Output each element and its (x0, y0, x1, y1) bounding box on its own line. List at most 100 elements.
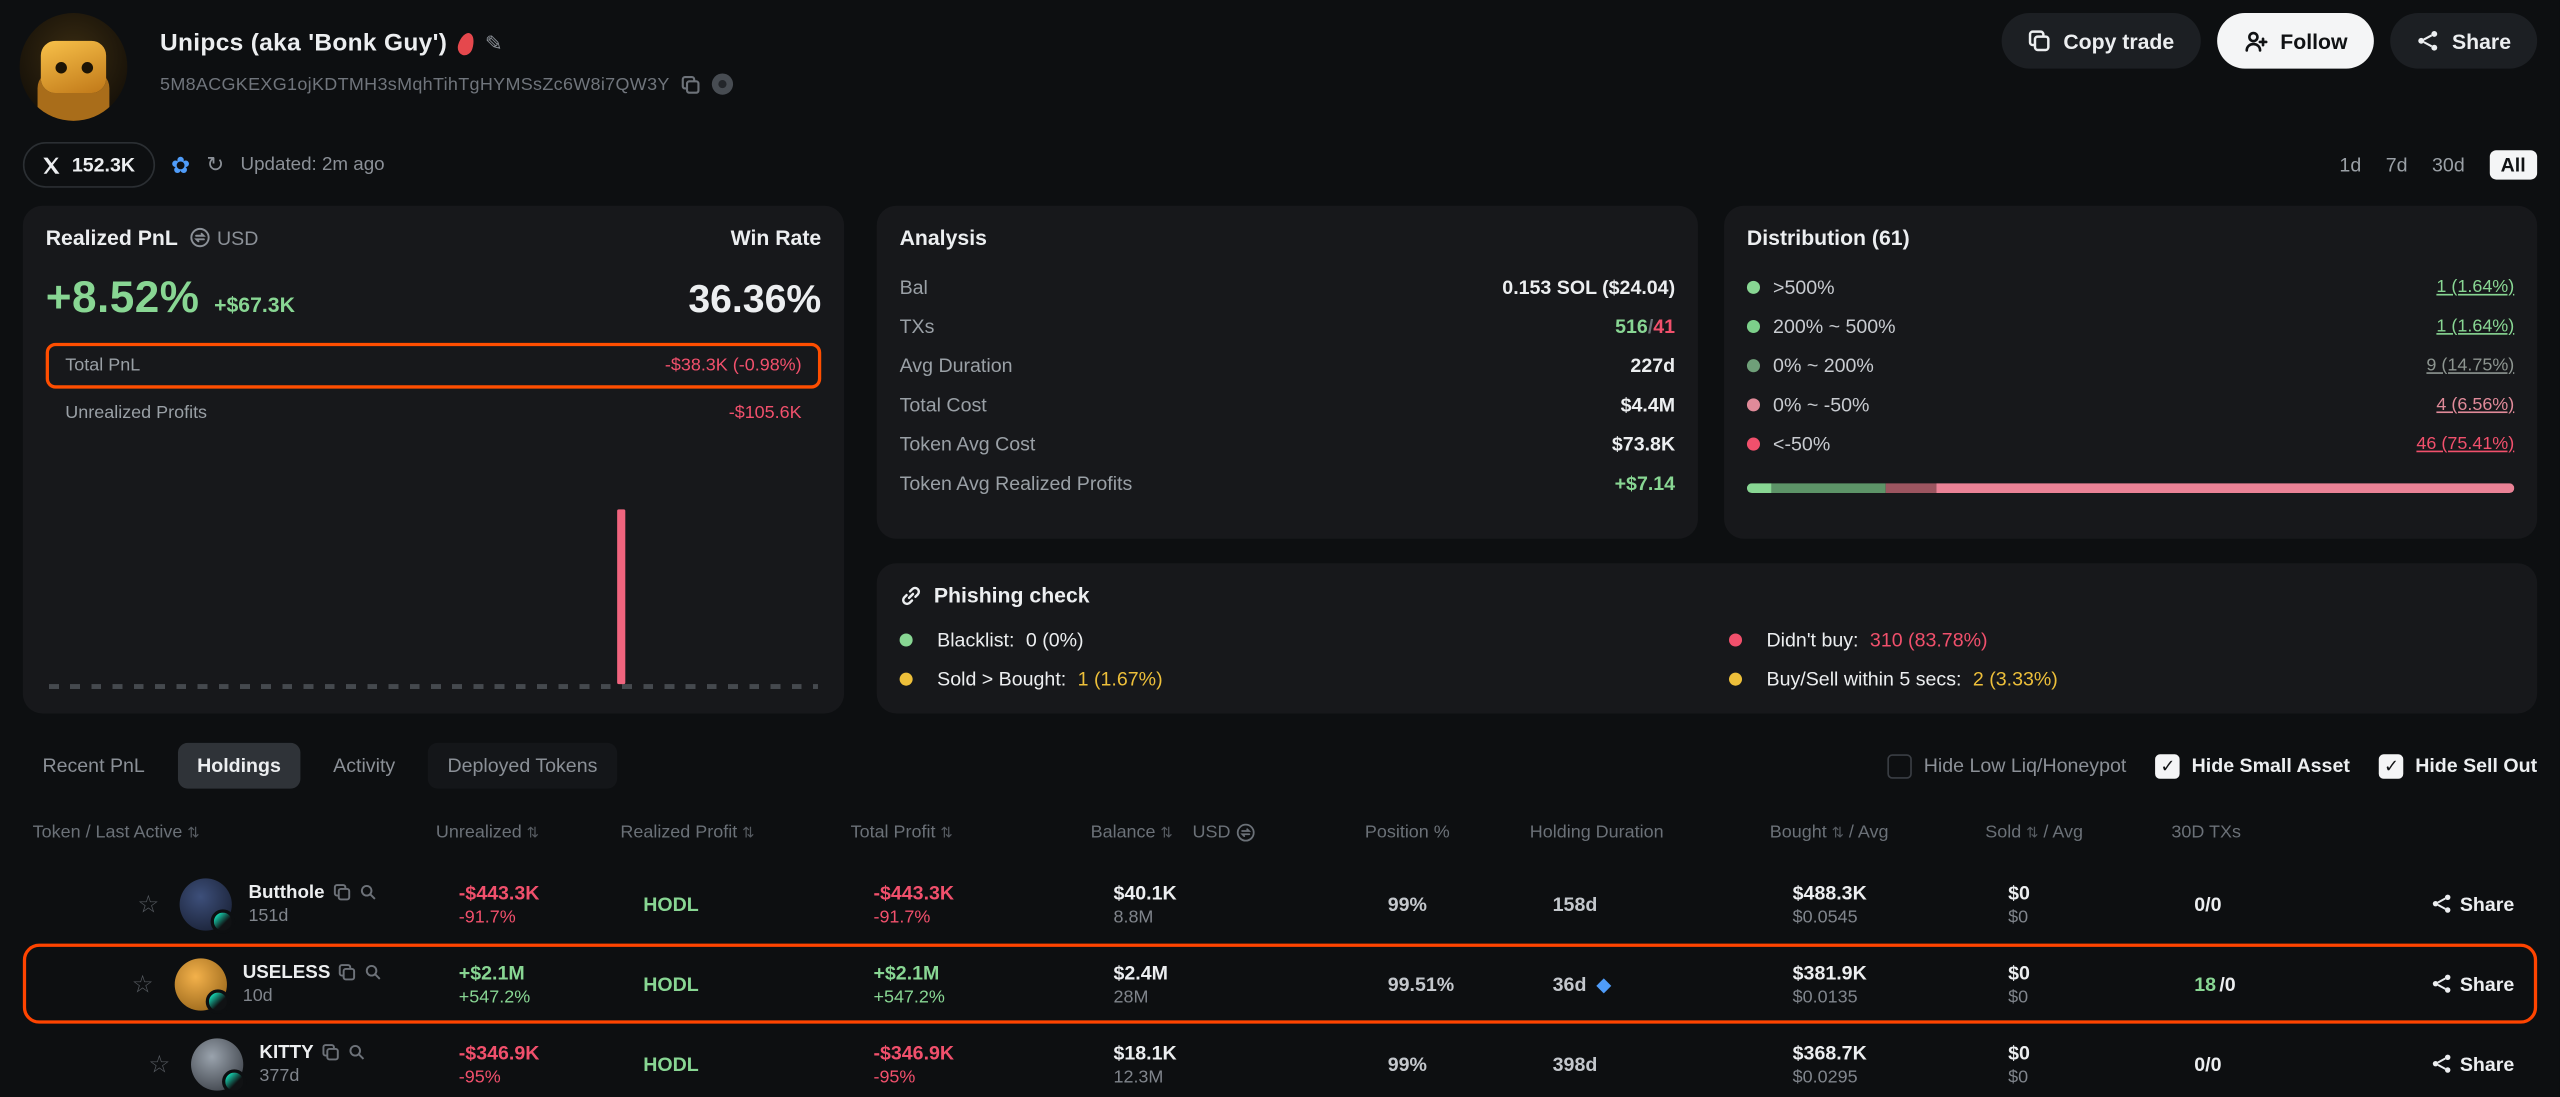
pnl-mini-chart (23, 483, 844, 713)
favorite-star-icon[interactable]: ☆ (132, 969, 158, 998)
search-token-icon[interactable] (348, 1043, 366, 1061)
sort-icon[interactable]: ⇅ (527, 824, 539, 842)
token-avg-cost-label: Token Avg Cost (900, 433, 1036, 456)
copy-trade-button[interactable]: Copy trade (2001, 13, 2200, 69)
share-icon (2430, 893, 2451, 914)
sort-icon[interactable]: ⇅ (2026, 824, 2038, 842)
table-row[interactable]: ☆ Butthole 151d -$443.3K-91.7% HODL -$44… (23, 864, 2537, 944)
col-30d-txs[interactable]: 30D TXs (2171, 823, 2241, 843)
token-name[interactable]: USELESS (243, 962, 331, 982)
range-dot-icon (1747, 438, 1760, 451)
currency-toggle-icon[interactable] (189, 227, 210, 248)
sort-icon[interactable]: ⇅ (1832, 824, 1844, 842)
col-usd[interactable]: USD (1193, 823, 1231, 843)
distribution-row: 0% ~ 200% 9 (14.75%) (1747, 346, 2514, 385)
distribution-title: Distribution (61) (1747, 225, 2514, 249)
refresh-icon[interactable]: ↻ (206, 152, 224, 178)
favorite-star-icon[interactable]: ☆ (148, 1049, 174, 1078)
share-token-button[interactable]: Share (2374, 892, 2514, 915)
total-pnl-value: -$38.3K (-0.98%) (665, 356, 802, 376)
x-followers-badge[interactable]: 152.3K (23, 142, 155, 188)
favorite-star-icon[interactable]: ☆ (137, 889, 163, 918)
col-bought[interactable]: Bought (1770, 823, 1827, 843)
range-count-link[interactable]: 4 (6.56%) (2436, 395, 2514, 415)
phishing-check-title: Phishing check (934, 583, 1090, 607)
copy-token-icon[interactable] (339, 963, 357, 981)
distribution-row: <-50% 46 (75.41%) (1747, 424, 2514, 463)
edit-name-icon[interactable]: ✎ (485, 30, 503, 56)
bought-avg: $0.0295 (1793, 1067, 2009, 1087)
pnl-chart-bar (617, 509, 625, 684)
table-row[interactable]: ☆ KITTY 377d -$346.9K-95% HODL -$346.9K-… (23, 1024, 2537, 1097)
share-profile-button[interactable]: Share (2390, 13, 2537, 69)
share-icon (2430, 1053, 2451, 1074)
copy-token-icon[interactable] (322, 1043, 340, 1061)
hide-small-asset-checkbox[interactable]: ✓ Hide Small Asset (2156, 753, 2350, 777)
usd-toggle-icon[interactable] (1235, 823, 1255, 843)
txs-buy: 516 (1615, 315, 1648, 338)
token-name[interactable]: Butthole (248, 882, 324, 902)
total-profit-pct: +547.2% (873, 987, 1113, 1007)
win-rate-value: 36.36% (688, 278, 821, 324)
share-icon (2416, 29, 2439, 52)
share-token-button[interactable]: Share (2374, 972, 2514, 995)
filter-30d[interactable]: 30d (2432, 153, 2465, 176)
currency-label[interactable]: USD (217, 226, 258, 249)
chain-badge-icon (205, 989, 229, 1013)
sort-icon[interactable]: ⇅ (1160, 824, 1172, 842)
bought-value: $488.3K (1793, 881, 2009, 904)
search-token-icon[interactable] (365, 963, 383, 981)
hide-small-asset-label: Hide Small Asset (2192, 754, 2350, 777)
copy-token-icon[interactable] (333, 883, 351, 901)
sold-bought-value: 1 (1.67%) (1078, 668, 1163, 691)
col-balance[interactable]: Balance (1091, 823, 1156, 843)
bought-avg: $0.0545 (1793, 907, 2009, 927)
follow-button[interactable]: Follow (2217, 13, 2374, 69)
tab-holdings[interactable]: Holdings (177, 743, 300, 789)
sort-icon[interactable]: ⇅ (742, 824, 754, 842)
range-count-link[interactable]: 1 (1.64%) (2436, 278, 2514, 298)
col-token-last-active[interactable]: Token / Last Active (33, 823, 183, 843)
col-position[interactable]: Position % (1365, 823, 1450, 843)
share-token-button[interactable]: Share (2374, 1052, 2514, 1075)
sort-icon[interactable]: ⇅ (940, 824, 952, 842)
robot-avatar-art (41, 41, 106, 93)
tab-recent-pnl[interactable]: Recent PnL (23, 743, 165, 789)
bought-value: $368.7K (1793, 1041, 2009, 1064)
col-bought-avg: / Avg (1849, 823, 1889, 843)
txs-30d: 0/0 (2194, 892, 2374, 915)
col-total-profit[interactable]: Total Profit (851, 823, 936, 843)
table-row-highlighted[interactable]: ☆ USELESS 10d +$2.1M+547.2% HODL +$2.1M+… (23, 944, 2537, 1024)
chain-badge-icon (211, 909, 235, 933)
copy-address-icon[interactable] (681, 74, 701, 94)
win-rate-label: Win Rate (731, 225, 822, 249)
token-avg-cost-value: $73.8K (1612, 433, 1675, 456)
sold-value: $0 (2008, 961, 2194, 984)
explorer-icon[interactable] (712, 73, 733, 94)
col-holding-duration[interactable]: Holding Duration (1530, 823, 1664, 843)
range-count-link[interactable]: 46 (75.41%) (2416, 434, 2514, 454)
status-row: 152.3K ✿ ↻ Updated: 2m ago 1d 7d 30d All (23, 144, 2537, 186)
unrealized-profits-value: -$105.6K (729, 403, 802, 423)
verified-flower-icon[interactable]: ✿ (171, 151, 190, 179)
bought-value: $381.9K (1793, 961, 2009, 984)
txs-label: TXs (900, 315, 935, 338)
hide-sell-out-checkbox[interactable]: ✓ Hide Sell Out (2379, 753, 2537, 777)
token-name[interactable]: KITTY (259, 1042, 313, 1062)
filter-all[interactable]: All (2489, 150, 2537, 179)
filter-1d[interactable]: 1d (2339, 153, 2361, 176)
hide-low-liq-label: Hide Low Liq/Honeypot (1924, 754, 2127, 777)
total-profit-value: +$2.1M (873, 961, 1113, 984)
balance-usd: $18.1K (1113, 1041, 1387, 1064)
tab-deployed-tokens[interactable]: Deployed Tokens (428, 743, 617, 789)
hide-low-liq-checkbox[interactable]: ✓ Hide Low Liq/Honeypot (1888, 753, 2126, 777)
col-unrealized[interactable]: Unrealized (436, 823, 522, 843)
range-count-link[interactable]: 1 (1.64%) (2436, 317, 2514, 337)
range-count-link[interactable]: 9 (14.75%) (2426, 356, 2514, 376)
filter-7d[interactable]: 7d (2386, 153, 2408, 176)
col-sold[interactable]: Sold (1985, 823, 2021, 843)
tab-activity[interactable]: Activity (314, 743, 415, 789)
search-token-icon[interactable] (359, 883, 377, 901)
sort-icon[interactable]: ⇅ (187, 824, 199, 842)
col-realized-profit[interactable]: Realized Profit (620, 823, 737, 843)
